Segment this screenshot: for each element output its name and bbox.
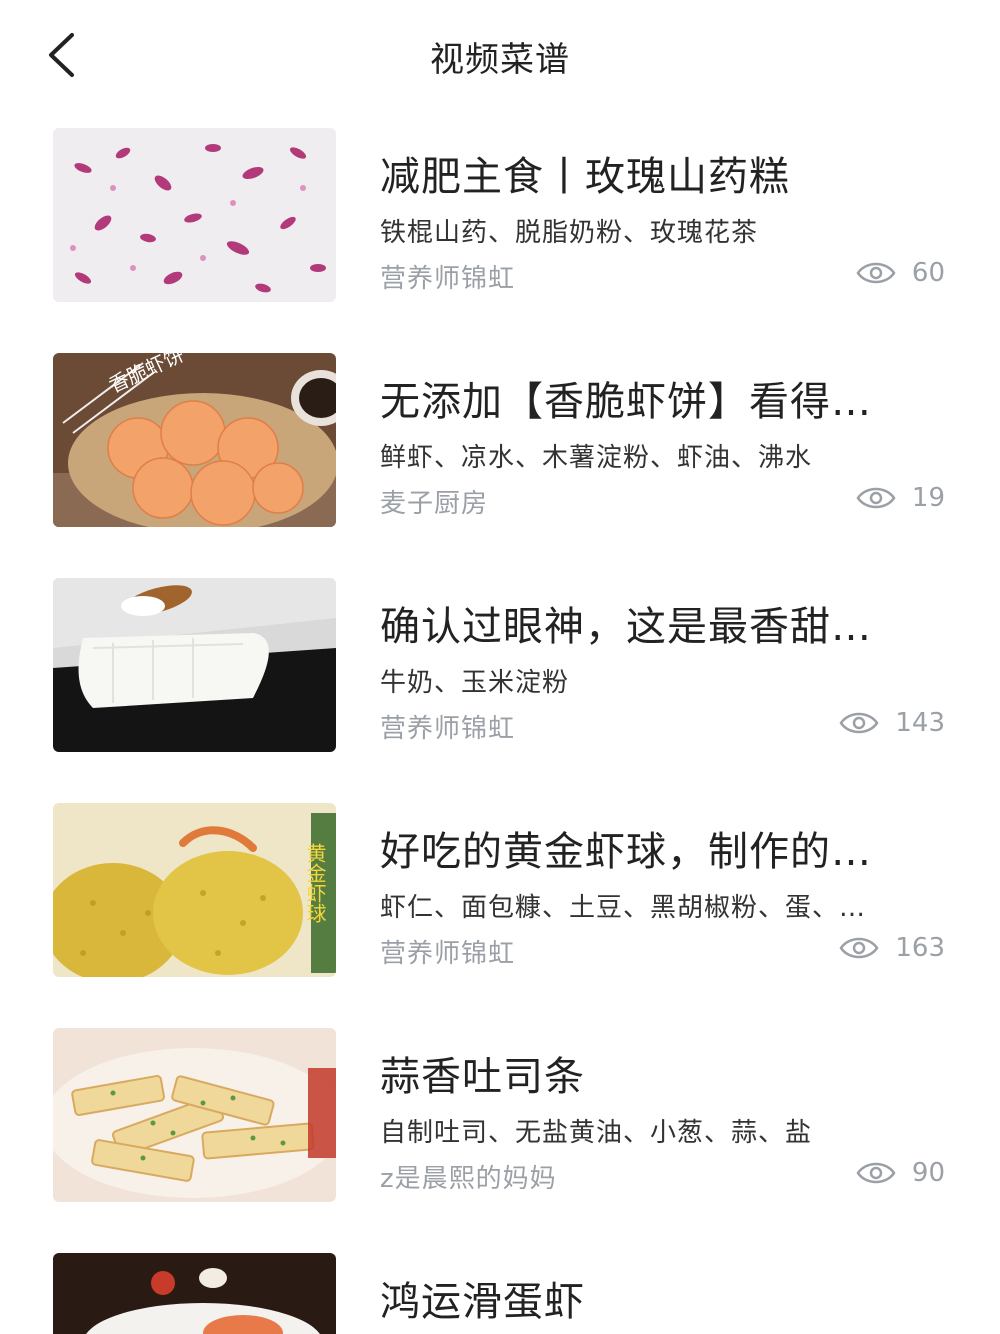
shrimp-egg-image	[53, 1253, 336, 1334]
recipe-thumbnail[interactable]	[53, 1028, 336, 1202]
golden-shrimp-ball-image: 黄金虾球	[53, 803, 336, 977]
eye-icon	[856, 1162, 896, 1184]
eye-icon	[839, 712, 879, 734]
recipe-title: 蒜香吐司条	[380, 1054, 585, 1100]
eye-icon	[856, 487, 896, 509]
recipe-ingredients: 牛奶、玉米淀粉	[380, 668, 570, 698]
header-bar: 视频菜谱	[0, 0, 1000, 110]
recipe-thumbnail[interactable]	[53, 128, 336, 302]
recipe-ingredients: 虾仁、面包糠、土豆、黑胡椒粉、蛋、…	[380, 893, 867, 923]
recipe-title: 鸿运滑蛋虾	[380, 1279, 585, 1325]
view-count-value: 60	[911, 258, 945, 288]
view-count-value: 90	[911, 1158, 945, 1188]
recipe-ingredients: 自制吐司、无盐黄油、小葱、蒜、盐	[380, 1118, 813, 1148]
view-count-value: 143	[895, 708, 945, 738]
rose-yam-cake-image	[53, 128, 336, 302]
view-count-value: 163	[895, 933, 945, 963]
view-count: 90	[856, 1158, 945, 1188]
view-count: 60	[856, 258, 945, 288]
garlic-toast-image	[53, 1028, 336, 1202]
recipe-item[interactable]: 确认过眼神，这是最香甜… 牛奶、玉米淀粉 营养师锦虹 143	[0, 578, 1000, 753]
eye-icon	[839, 937, 879, 959]
milk-pudding-image	[53, 578, 336, 752]
recipe-thumbnail[interactable]: 黄金虾球	[53, 803, 336, 977]
shrimp-cracker-image: 香脆虾饼	[53, 353, 336, 527]
recipe-title: 无添加【香脆虾饼】看得…	[380, 379, 872, 425]
recipe-thumbnail[interactable]: 香脆虾饼	[53, 353, 336, 527]
view-count: 19	[856, 483, 945, 513]
view-count: 163	[839, 933, 945, 963]
view-count-value: 19	[911, 483, 945, 513]
recipe-author: 营养师锦虹	[380, 714, 516, 744]
recipe-thumbnail[interactable]	[53, 578, 336, 752]
recipe-title: 好吃的黄金虾球，制作的…	[380, 829, 872, 875]
recipe-item[interactable]: 黄金虾球 好吃的黄金虾球，制作的… 虾仁、面包糠、土豆、黑胡椒粉、蛋、… 营养师…	[0, 803, 1000, 978]
page-title: 视频菜谱	[430, 40, 570, 80]
recipe-item[interactable]: 减肥主食丨玫瑰山药糕 铁棍山药、脱脂奶粉、玫瑰花茶 营养师锦虹 60	[0, 128, 1000, 303]
thumbnail-overlay-text: 黄金虾球	[303, 843, 327, 923]
recipe-item[interactable]: 蒜香吐司条 自制吐司、无盐黄油、小葱、蒜、盐 z是晨熙的妈妈 90	[0, 1028, 1000, 1203]
view-count: 143	[839, 708, 945, 738]
recipe-item[interactable]: 鸿运滑蛋虾	[0, 1253, 1000, 1334]
recipe-author: 营养师锦虹	[380, 264, 516, 294]
recipe-author: 麦子厨房	[380, 489, 489, 519]
recipe-title: 减肥主食丨玫瑰山药糕	[380, 154, 790, 200]
recipe-author: 营养师锦虹	[380, 939, 516, 969]
recipe-item[interactable]: 香脆虾饼 无添加【香脆虾饼】看得… 鲜虾、凉水、木薯淀粉、虾油、沸水 麦子厨房 …	[0, 353, 1000, 528]
recipe-ingredients: 铁棍山药、脱脂奶粉、玫瑰花茶	[380, 218, 759, 248]
recipe-ingredients: 鲜虾、凉水、木薯淀粉、虾油、沸水	[380, 443, 813, 473]
eye-icon	[856, 262, 896, 284]
recipe-thumbnail[interactable]	[53, 1253, 336, 1334]
recipe-title: 确认过眼神，这是最香甜…	[380, 604, 872, 650]
recipe-author: z是晨熙的妈妈	[380, 1164, 557, 1194]
